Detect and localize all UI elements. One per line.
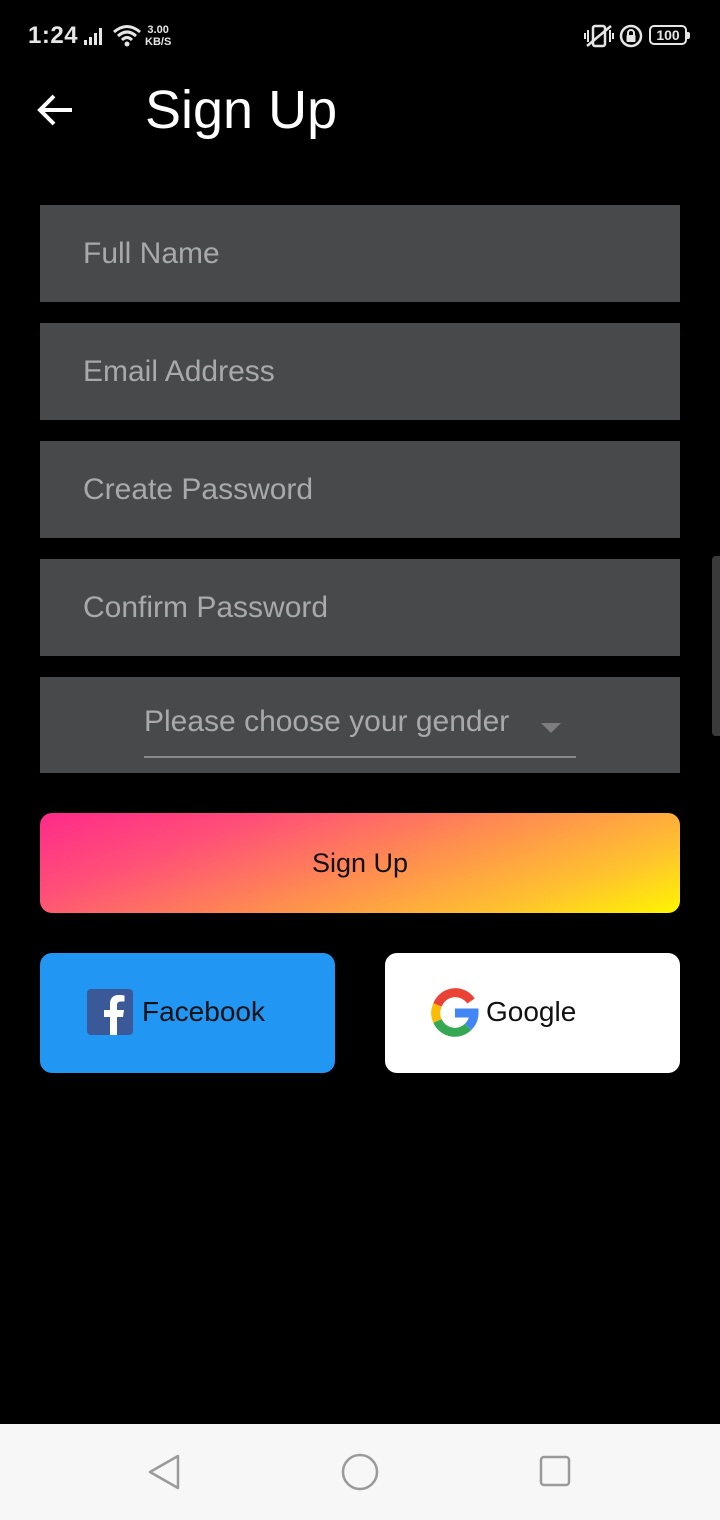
gender-placeholder: Please choose your gender xyxy=(144,705,510,738)
page-title: Sign Up xyxy=(145,80,338,140)
confirm-password-input[interactable] xyxy=(81,589,680,626)
status-bar: 1:24 3.00 KB/S 100 xyxy=(0,0,720,72)
email-field-container xyxy=(40,323,680,420)
google-icon xyxy=(429,987,481,1039)
dropdown-caret-icon xyxy=(541,723,561,733)
network-speed: 3.00 KB/S xyxy=(145,24,171,48)
back-button[interactable] xyxy=(30,84,82,136)
nav-recents-icon[interactable] xyxy=(538,1454,572,1493)
confirm-password-field-container xyxy=(40,559,680,656)
network-speed-unit: KB/S xyxy=(145,36,172,48)
full-name-field-container xyxy=(40,205,680,302)
facebook-button-label: Facebook xyxy=(142,996,265,1027)
nav-home-icon[interactable] xyxy=(341,1453,379,1496)
status-time: 1:24 xyxy=(28,22,79,49)
facebook-icon xyxy=(87,989,133,1035)
signal-icon xyxy=(84,26,106,51)
sign-up-button-label: Sign Up xyxy=(311,847,409,878)
gender-field-container: Please choose your gender xyxy=(40,677,680,773)
gender-dropdown[interactable]: Please choose your gender xyxy=(144,703,576,758)
wifi-icon xyxy=(112,24,142,53)
network-speed-value: 3.00 xyxy=(147,24,169,36)
vibrate-icon xyxy=(584,24,614,53)
sign-up-button[interactable]: Sign Up xyxy=(40,813,680,913)
google-login-button[interactable]: Google xyxy=(385,953,680,1073)
email-input[interactable] xyxy=(81,353,680,390)
full-name-input[interactable] xyxy=(81,235,680,272)
navigation-bar xyxy=(0,1424,720,1520)
google-button-label: Google xyxy=(486,996,577,1027)
battery-icon: 100 xyxy=(649,25,690,45)
facebook-login-button[interactable]: Facebook xyxy=(40,953,335,1073)
rotation-lock-icon xyxy=(619,24,643,53)
password-field-container xyxy=(40,441,680,538)
nav-back-icon[interactable] xyxy=(146,1454,182,1495)
back-arrow-icon xyxy=(37,94,72,126)
create-password-input[interactable] xyxy=(81,471,680,508)
scrollbar-thumb[interactable] xyxy=(712,556,720,736)
